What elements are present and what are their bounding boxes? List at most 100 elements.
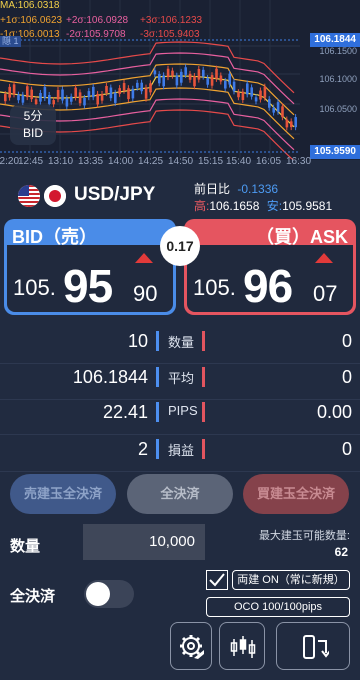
high-low-row: 高:106.1658 安:105.9581 bbox=[194, 197, 332, 214]
candle bbox=[144, 87, 148, 99]
candle bbox=[259, 90, 262, 100]
candle bbox=[87, 91, 91, 98]
bid-price-big: 105. bbox=[13, 275, 56, 300]
candle bbox=[17, 94, 20, 101]
candle bbox=[105, 85, 108, 93]
candle bbox=[109, 87, 113, 99]
sell-value: 22.41 bbox=[102, 402, 148, 422]
buy-value: 0 bbox=[341, 331, 352, 351]
currency-pair[interactable]: USD/JPY bbox=[74, 184, 155, 206]
hedge-checkbox[interactable] bbox=[206, 570, 228, 590]
x-tick: 14:25 bbox=[138, 156, 164, 167]
max-quantity-value: 62 bbox=[334, 545, 348, 559]
candle bbox=[268, 99, 271, 108]
legend-plus2: +2σ:106.0928 bbox=[66, 15, 129, 26]
settle-toggle[interactable] bbox=[84, 580, 134, 608]
x-tick: 16:05 bbox=[256, 156, 282, 167]
change-row: 前日比 -0.1336 bbox=[194, 180, 278, 197]
buy-divider bbox=[202, 402, 205, 422]
gear-icon bbox=[180, 635, 204, 659]
candle bbox=[26, 86, 29, 98]
close-all-button[interactable]: 全決済 bbox=[127, 474, 233, 514]
x-tick: 13:10 bbox=[48, 156, 74, 167]
candle bbox=[272, 107, 275, 113]
price-chart[interactable]: MA:106.0318 +1σ:106.0623 +2σ:106.0928 +3… bbox=[0, 0, 360, 160]
candle bbox=[228, 73, 231, 85]
close-buy-positions-button[interactable]: 買建玉全決済 bbox=[243, 474, 349, 514]
y-tick: 106.0500 bbox=[319, 104, 357, 114]
candle bbox=[65, 98, 69, 107]
high-label: 高: bbox=[194, 199, 210, 213]
hedge-on-button[interactable]: 両建 ON（常に新規） bbox=[232, 570, 350, 590]
quantity-input[interactable]: 10,000 bbox=[83, 524, 205, 560]
switch-layout-button[interactable] bbox=[276, 622, 350, 670]
x-tick: 12:45 bbox=[18, 156, 44, 167]
candle bbox=[52, 100, 55, 105]
candle bbox=[96, 93, 99, 105]
candle bbox=[61, 89, 64, 101]
candle bbox=[131, 88, 135, 99]
buy-value: 0 bbox=[341, 367, 352, 387]
x-tick: 14:50 bbox=[168, 156, 194, 167]
ask-price-big: 105. bbox=[193, 275, 236, 300]
candle bbox=[43, 87, 47, 99]
candle bbox=[202, 69, 205, 77]
sell-value: 2 bbox=[137, 439, 148, 459]
table-row: 2 損益 0 bbox=[0, 427, 360, 472]
candle bbox=[232, 81, 236, 92]
candle bbox=[34, 99, 38, 104]
candle bbox=[136, 82, 139, 88]
high-value: 106.1658 bbox=[209, 199, 260, 213]
candle bbox=[12, 84, 16, 95]
candle bbox=[254, 97, 258, 102]
toggle-knob bbox=[86, 582, 110, 606]
candle bbox=[4, 94, 7, 102]
candle bbox=[56, 90, 60, 100]
legend-minus2: -2σ:105.9708 bbox=[66, 29, 126, 40]
timeframe-selector[interactable]: 5分 BID bbox=[10, 105, 56, 145]
candle bbox=[180, 71, 183, 83]
candle bbox=[78, 92, 82, 104]
candle bbox=[74, 87, 77, 98]
candle bbox=[224, 80, 227, 89]
candle bbox=[140, 82, 143, 92]
y-tick: 106.1000 bbox=[319, 74, 357, 84]
oco-button[interactable]: OCO 100/100pips bbox=[206, 597, 350, 617]
buy-value: 0 bbox=[341, 439, 352, 459]
timeframe-side: BID bbox=[22, 126, 43, 140]
ask-panel[interactable]: （買）ASK 105. 96 07 bbox=[184, 219, 356, 315]
sell-divider bbox=[156, 402, 159, 422]
low-label: 安: bbox=[266, 199, 283, 213]
quantity-label: 数量 bbox=[10, 538, 41, 555]
ask-price-pips: 96 bbox=[243, 260, 293, 312]
candle bbox=[158, 74, 161, 84]
candle bbox=[171, 70, 174, 76]
spread-badge: 0.17 bbox=[160, 226, 200, 266]
bid-panel[interactable]: BID（売） 105. 95 90 bbox=[4, 219, 176, 315]
candle bbox=[153, 70, 157, 75]
row-label: 平均 bbox=[168, 371, 195, 386]
settings-button[interactable] bbox=[170, 622, 212, 670]
row-label: 損益 bbox=[168, 443, 195, 458]
candle bbox=[48, 94, 51, 104]
x-tick: 13:35 bbox=[78, 156, 104, 167]
candle bbox=[285, 119, 289, 128]
candle bbox=[92, 86, 95, 98]
us-flag-icon bbox=[18, 185, 40, 207]
candle bbox=[100, 93, 104, 101]
candle bbox=[281, 106, 284, 118]
candle bbox=[241, 91, 245, 101]
switch-screen-icon bbox=[303, 635, 329, 659]
candle bbox=[193, 76, 196, 87]
candle bbox=[70, 96, 73, 102]
max-quantity-label: 最大建玉可能数量: bbox=[258, 530, 350, 542]
sell-value: 106.1844 bbox=[72, 367, 148, 387]
candle bbox=[219, 75, 223, 82]
buy-value: 0.00 bbox=[316, 402, 352, 422]
sell-divider bbox=[156, 331, 159, 351]
close-sell-positions-button[interactable]: 売建玉全決済 bbox=[10, 474, 116, 514]
ask-up-arrow-icon bbox=[315, 253, 333, 263]
legend-plus1: +1σ:106.0623 bbox=[0, 15, 63, 26]
chart-button[interactable] bbox=[219, 622, 265, 670]
bid-price: 105. 95 90 bbox=[7, 245, 173, 312]
